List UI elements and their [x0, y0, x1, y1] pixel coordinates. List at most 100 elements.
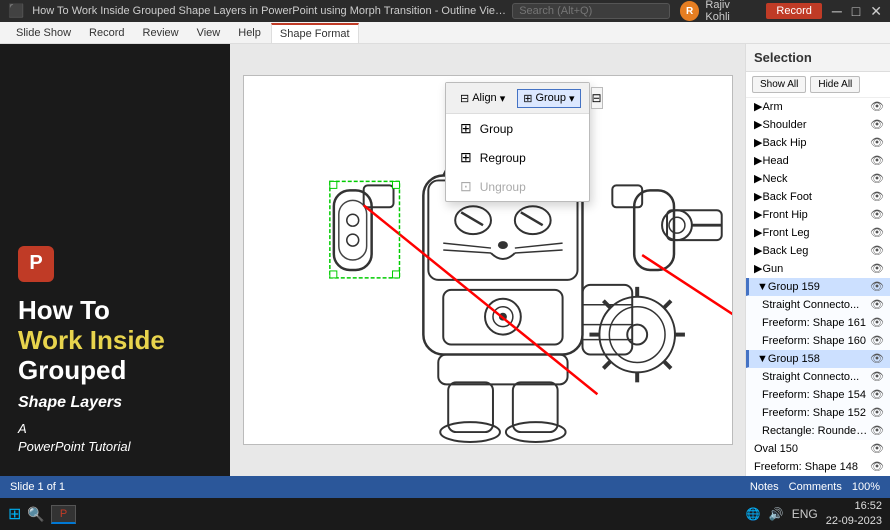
more-icon: ⊟ [592, 91, 602, 105]
status-left: Slide 1 of 1 [10, 481, 65, 493]
eye-icon-back-leg[interactable]: 👁 [870, 244, 884, 257]
minimize-icon[interactable]: ─ [832, 3, 842, 19]
ribbon-tabs: Slide Show Record Review View Help Shape… [0, 22, 890, 44]
eye-icon-oval150[interactable]: 👁 [870, 442, 884, 455]
tab-review[interactable]: Review [135, 24, 187, 42]
main-area: P How To Work Inside Grouped Shape Layer… [0, 44, 890, 476]
title-line1: How To [18, 295, 110, 325]
slide-area: ⊟ Align ▾ ⊞ Group ▾ ⊟ ⊞ Group [230, 44, 745, 476]
zoom-level: 100% [852, 481, 880, 493]
ppt-icon: P [18, 246, 54, 282]
title-search-input[interactable] [512, 3, 670, 19]
record-button[interactable]: Record [766, 3, 821, 19]
group-item-regroup[interactable]: ⊞ Regroup [446, 143, 589, 172]
align-chevron: ▾ [500, 92, 506, 105]
sel-item-front-hip[interactable]: ▶ Front Hip 👁 [746, 206, 890, 224]
taskbar-ppt-app[interactable]: P [51, 505, 76, 524]
windows-icon[interactable]: ⊞ [8, 504, 21, 524]
eye-icon-back-hip[interactable]: 👁 [870, 136, 884, 149]
eye-icon-f161[interactable]: 👁 [870, 316, 884, 329]
eye-icon-front-hip[interactable]: 👁 [870, 208, 884, 221]
sel-item-group-159[interactable]: ▼ Group 159 👁 [746, 278, 890, 296]
selection-list: ▶ Arm 👁 ▶ Shoulder 👁 ▶ Back Hip 👁 ▶ Head… [746, 98, 890, 476]
tab-help[interactable]: Help [230, 24, 269, 42]
sel-item-straight-conn-2[interactable]: Straight Connecto... 👁 [746, 368, 890, 386]
title-line2: Work Inside [18, 325, 165, 355]
eye-icon-sc1[interactable]: 👁 [870, 298, 884, 311]
eye-icon-f148[interactable]: 👁 [870, 460, 884, 473]
taskbar-right: 🌐 🔊 ENG 16:52 22-09-2023 [746, 499, 882, 530]
taskbar-ppt-icon: P [60, 508, 67, 520]
sel-item-freeform-160[interactable]: Freeform: Shape 160 👁 [746, 332, 890, 350]
eye-icon-f152[interactable]: 👁 [870, 406, 884, 419]
taskbar-clock: 16:52 22-09-2023 [826, 499, 882, 530]
group-dropdown-header: ⊟ Align ▾ ⊞ Group ▾ ⊟ [446, 83, 589, 114]
title-line6: PowerPoint Tutorial [18, 439, 130, 454]
show-all-button[interactable]: Show All [752, 76, 806, 93]
sel-item-back-leg[interactable]: ▶ Back Leg 👁 [746, 242, 890, 260]
status-bar: Slide 1 of 1 Notes Comments 100% [0, 476, 890, 498]
tutorial-subtitle: Shape Layers [18, 394, 212, 412]
eye-icon-group-159[interactable]: 👁 [870, 280, 884, 293]
eye-icon-head[interactable]: 👁 [870, 154, 884, 167]
maximize-icon[interactable]: □ [852, 3, 860, 19]
sel-item-front-leg[interactable]: ▶ Front Leg 👁 [746, 224, 890, 242]
eye-icon-gun[interactable]: 👁 [870, 262, 884, 275]
title-line4: Shape Layers [18, 394, 122, 411]
title-bar-title: How To Work Inside Grouped Shape Layers … [32, 5, 512, 17]
user-info: R Rajiv Kohli [680, 0, 757, 23]
regroup-item-label: Regroup [480, 151, 526, 165]
eye-icon-neck[interactable]: 👁 [870, 172, 884, 185]
sel-item-arm[interactable]: ▶ Arm 👁 [746, 98, 890, 116]
sel-item-freeform-152[interactable]: Freeform: Shape 152 👁 [746, 404, 890, 422]
sel-item-gun[interactable]: ▶ Gun 👁 [746, 260, 890, 278]
notes-btn[interactable]: Notes [750, 481, 779, 493]
sel-item-shoulder[interactable]: ▶ Shoulder 👁 [746, 116, 890, 134]
ppt-logo: P [18, 246, 212, 282]
regroup-item-icon: ⊞ [460, 149, 472, 166]
close-icon[interactable]: ✕ [870, 3, 882, 20]
comments-btn[interactable]: Comments [789, 481, 842, 493]
group-chevron: ▾ [569, 92, 575, 105]
eye-icon-f154[interactable]: 👁 [870, 388, 884, 401]
sel-item-freeform-161[interactable]: Freeform: Shape 161 👁 [746, 314, 890, 332]
sel-item-head[interactable]: ▶ Head 👁 [746, 152, 890, 170]
align-button[interactable]: ⊟ Align ▾ [454, 89, 511, 108]
user-avatar: R [680, 1, 700, 21]
tab-record[interactable]: Record [81, 24, 132, 42]
group-item-ungroup: ⊡ Ungroup [446, 172, 589, 201]
group-icon: ⊞ [523, 92, 532, 105]
sel-item-freeform-148[interactable]: Freeform: Shape 148 👁 [746, 458, 890, 476]
tab-slide-show[interactable]: Slide Show [8, 24, 79, 42]
sel-item-back-hip[interactable]: ▶ Back Hip 👁 [746, 134, 890, 152]
sel-item-rect-rounded-1[interactable]: Rectangle: Rounded ... 👁 [746, 422, 890, 440]
sel-item-straight-conn-1[interactable]: Straight Connecto... 👁 [746, 296, 890, 314]
align-label: Align [472, 92, 496, 104]
tab-shape-format[interactable]: Shape Format [271, 23, 359, 43]
group-dropdown: ⊟ Align ▾ ⊞ Group ▾ ⊟ ⊞ Group [445, 82, 590, 202]
taskbar-date-display: 22-09-2023 [826, 514, 882, 529]
sel-item-back-foot[interactable]: ▶ Back Foot 👁 [746, 188, 890, 206]
title-line3: Grouped [18, 355, 126, 385]
group-item-group[interactable]: ⊞ Group [446, 114, 589, 143]
search-taskbar-icon[interactable]: 🔍 [27, 506, 44, 523]
eye-icon-sc2[interactable]: 👁 [870, 370, 884, 383]
sel-item-oval-150[interactable]: Oval 150 👁 [746, 440, 890, 458]
more-button[interactable]: ⊟ [591, 87, 603, 109]
group-button[interactable]: ⊞ Group ▾ [517, 89, 580, 108]
sel-item-neck[interactable]: ▶ Neck 👁 [746, 170, 890, 188]
title-line5: A [18, 421, 27, 436]
eye-icon-f160[interactable]: 👁 [870, 334, 884, 347]
office-logo: ⬛ [8, 3, 24, 19]
eye-icon-rr1[interactable]: 👁 [870, 424, 884, 437]
eye-icon-shoulder[interactable]: 👁 [870, 118, 884, 131]
selection-pane: Selection Show All Hide All ▶ Arm 👁 ▶ Sh… [745, 44, 890, 476]
eye-icon-group-158[interactable]: 👁 [870, 352, 884, 365]
sel-item-freeform-154[interactable]: Freeform: Shape 154 👁 [746, 386, 890, 404]
eye-icon-back-foot[interactable]: 👁 [870, 190, 884, 203]
hide-all-button[interactable]: Hide All [810, 76, 860, 93]
tab-view[interactable]: View [189, 24, 229, 42]
eye-icon-arm[interactable]: 👁 [870, 100, 884, 113]
sel-item-group-158[interactable]: ▼ Group 158 👁 [746, 350, 890, 368]
eye-icon-front-leg[interactable]: 👁 [870, 226, 884, 239]
